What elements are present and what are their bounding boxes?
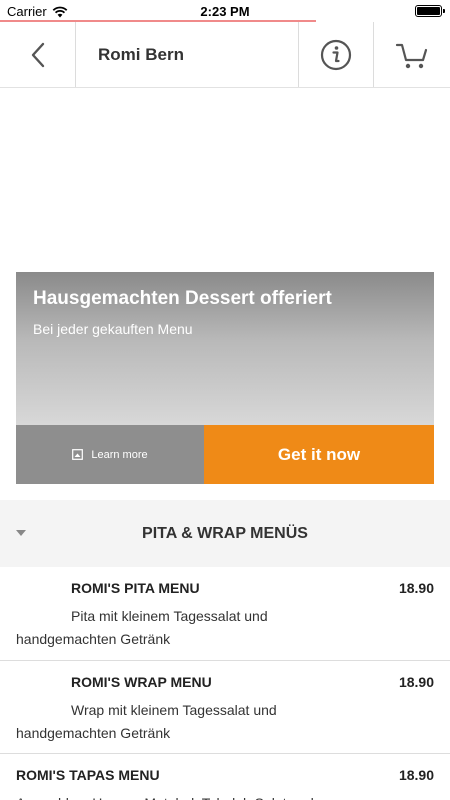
menu-item-description: Pita mit kleinem Tagessalat und handgema… xyxy=(16,608,268,647)
shopping-cart-icon xyxy=(395,43,428,68)
category-title: PITA & WRAP MENÜS xyxy=(142,525,308,542)
menu-item-name: ROMI'S TAPAS MENU xyxy=(16,767,160,783)
status-bar: Carrier 2:23 PM xyxy=(0,0,450,22)
get-it-now-button[interactable]: Get it now xyxy=(204,425,434,484)
battery-icon xyxy=(415,5,445,17)
image-icon xyxy=(72,449,84,460)
info-button[interactable] xyxy=(298,22,374,87)
promo-subline: Bei jeder gekauften Menu xyxy=(33,321,193,337)
promo-headline: Hausgemachten Dessert offeriert xyxy=(33,288,332,309)
back-button[interactable] xyxy=(0,22,76,87)
menu-item[interactable]: ROMI'S PITA MENU 18.90 Pita mit kleinem … xyxy=(0,567,450,661)
menu-item-description: Auswahl an Humus, Mutabal, Tabuleh Salat… xyxy=(16,792,396,800)
page-title: Romi Bern xyxy=(98,45,184,64)
menu-item-price: 18.90 xyxy=(398,767,434,783)
promo-banner: Hausgemachten Dessert offeriert Bei jede… xyxy=(16,272,434,425)
menu-item-name: ROMI'S PITA MENU xyxy=(71,580,200,596)
screen: Carrier 2:23 PM Romi Bern Hausgemachten … xyxy=(0,0,450,800)
cart-button[interactable] xyxy=(374,22,450,87)
learn-more-label: Learn more xyxy=(91,448,148,461)
menu-item-price: 18.90 xyxy=(398,580,434,596)
menu-item-name: ROMI'S WRAP MENU xyxy=(71,674,212,690)
menu-item[interactable]: ROMI'S TAPAS MENU 18.90 Auswahl an Humus… xyxy=(0,754,450,800)
navigation-bar: Romi Bern xyxy=(0,22,450,88)
get-it-now-label: Get it now xyxy=(277,444,361,464)
menu-item-description: Wrap mit kleinem Tagessalat und handgema… xyxy=(16,702,277,741)
info-icon xyxy=(320,39,352,70)
menu-item[interactable]: ROMI'S WRAP MENU 18.90 Wrap mit kleinem … xyxy=(0,661,450,754)
menu-item-price: 18.90 xyxy=(398,674,434,690)
back-chevron-icon xyxy=(31,42,44,67)
learn-more-button[interactable]: Learn more xyxy=(16,425,204,484)
status-time: 2:23 PM xyxy=(200,4,250,19)
promo-card: Hausgemachten Dessert offeriert Bei jede… xyxy=(16,272,434,484)
category-header[interactable]: PITA & WRAP MENÜS xyxy=(0,500,450,567)
